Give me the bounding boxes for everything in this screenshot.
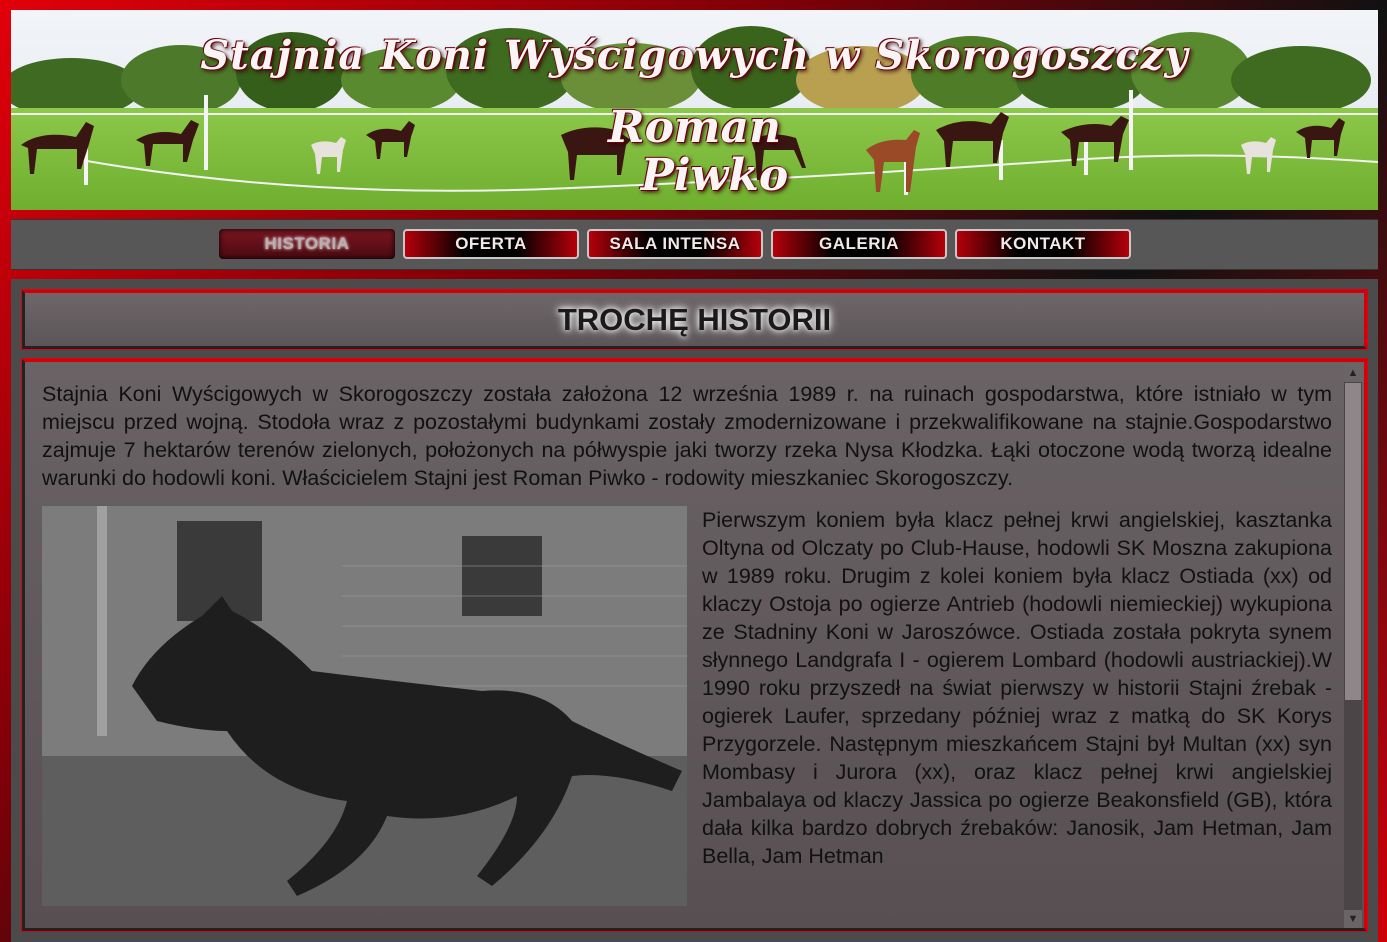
galloping-horse-photo xyxy=(42,506,687,906)
main-navigation: HISTORIA OFERTA SALA INTENSA GALERIA KON… xyxy=(11,219,1378,270)
nav-kontakt[interactable]: KONTAKT xyxy=(955,229,1131,259)
banner-title: Stajnia Koni Wyścigowych w Skorogoszczy xyxy=(200,32,1189,79)
scroll-up-arrow-icon[interactable]: ▲ xyxy=(1344,364,1362,382)
nav-historia[interactable]: HISTORIA xyxy=(219,229,395,259)
nav-sala-intensa[interactable]: SALA INTENSA xyxy=(587,229,763,259)
page-title: TROCHĘ HISTORII xyxy=(557,302,832,337)
banner-owner-first-name: Roman xyxy=(608,102,781,153)
history-paragraph-1: Stajnia Koni Wyścigowych w Skorogoszczy … xyxy=(42,382,1332,490)
main-content-area: TROCHĘ HISTORII Stajnia Koni Wyścigowych… xyxy=(11,279,1378,942)
scrollbar-thumb[interactable] xyxy=(1345,383,1361,700)
horse-photo-image xyxy=(42,506,687,906)
nav-galeria[interactable]: GALERIA xyxy=(771,229,947,259)
banner-owner-last-name: Piwko xyxy=(640,150,789,201)
article-text: Stajnia Koni Wyścigowych w Skorogoszczy … xyxy=(42,380,1332,906)
nav-oferta[interactable]: OFERTA xyxy=(403,229,579,259)
header-banner: Stajnia Koni Wyścigowych w Skorogoszczy … xyxy=(11,10,1378,210)
vertical-scrollbar[interactable]: ▲ ▼ xyxy=(1344,364,1362,928)
scrollable-content-panel[interactable]: Stajnia Koni Wyścigowych w Skorogoszczy … xyxy=(22,359,1367,931)
title-panel: TROCHĘ HISTORII xyxy=(22,290,1367,349)
scroll-down-arrow-icon[interactable]: ▼ xyxy=(1344,910,1362,928)
